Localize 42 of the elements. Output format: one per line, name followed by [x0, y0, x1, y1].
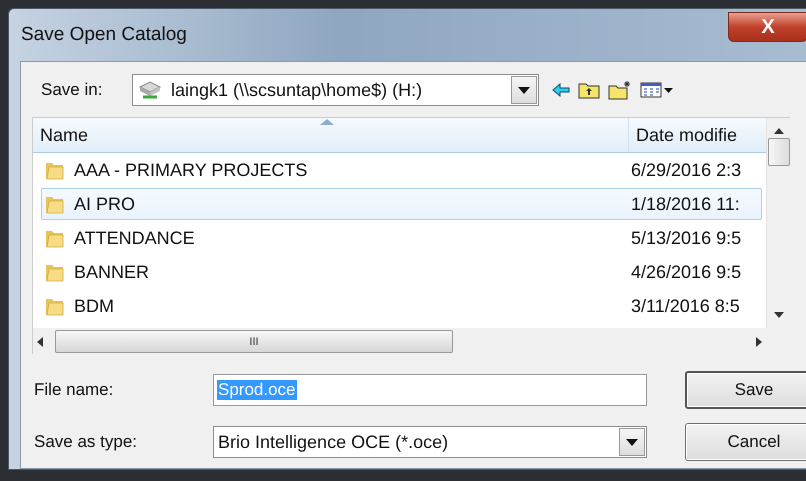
save-as-type-dropdown[interactable]: Brio Intelligence OCE (*.oce) — [213, 426, 647, 458]
date-cell-text: 1/18/2016 11: — [630, 194, 741, 214]
close-button[interactable]: X — [728, 12, 806, 42]
network-drive-icon — [137, 79, 163, 101]
cancel-button[interactable]: Cancel — [685, 423, 806, 461]
up-folder-icon[interactable] — [578, 81, 600, 99]
save-in-value: laingk1 (\\scsuntap\home$) (H:) — [171, 80, 422, 100]
scroll-thumb[interactable]: III — [55, 330, 453, 353]
folder-name: AAA - PRIMARY PROJECTS — [74, 160, 308, 180]
scroll-thumb[interactable] — [768, 138, 790, 166]
view-menu-icon[interactable] — [640, 82, 674, 98]
save-in-dropdown[interactable]: laingk1 (\\scsuntap\home$) (H:) — [132, 74, 539, 106]
folder-row[interactable]: AAA - PRIMARY PROJECTS 6/29/2016 2:3 — [41, 154, 762, 186]
folder-row[interactable]: BDM 3/11/2016 8:5 — [41, 290, 762, 322]
folder-row[interactable]: ATTENDANCE 5/13/2016 9:5 — [41, 222, 762, 254]
folder-name: ATTENDANCE — [74, 228, 195, 248]
save-button[interactable]: Save — [685, 371, 806, 409]
dropdown-arrow-icon — [626, 438, 638, 446]
folder-row[interactable]: BANNER 4/26/2016 9:5 — [41, 256, 762, 288]
column-header[interactable]: Name — [33, 118, 628, 152]
scroll-left-icon[interactable] — [37, 336, 43, 346]
date-cell-text: 4/26/2016 9:5 — [630, 262, 742, 282]
file-name-label: File name: — [34, 380, 114, 400]
scroll-right-icon[interactable] — [756, 336, 762, 346]
dropdown-arrow-icon — [518, 86, 530, 94]
save-as-type-value: Brio Intelligence OCE (*.oce) — [218, 432, 448, 452]
scroll-up-icon[interactable] — [774, 128, 784, 134]
save-in-label: Save in: — [40, 80, 104, 100]
save-as-type-label: Save as type: — [34, 432, 138, 452]
folder-row[interactable]: AI PRO 1/18/2016 11: — [41, 188, 762, 220]
horizontal-scrollbar[interactable]: III — [33, 328, 766, 355]
new-folder-icon[interactable] — [608, 80, 632, 100]
date-cell-text: 5/13/2016 9:5 — [630, 228, 742, 248]
date-cell-text: 3/11/2016 8:5 — [630, 296, 741, 316]
sort-arrow-icon — [320, 119, 334, 125]
back-arrow-icon[interactable] — [552, 83, 570, 97]
date-cell-text: 6/29/2016 2:3 — [630, 160, 742, 180]
folder-name: BANNER — [74, 262, 150, 282]
scroll-down-icon[interactable] — [774, 312, 784, 318]
window-title: Save Open Catalog — [21, 24, 187, 46]
folder-name: BDM — [74, 296, 114, 316]
folder-name: AI PRO — [74, 194, 136, 214]
